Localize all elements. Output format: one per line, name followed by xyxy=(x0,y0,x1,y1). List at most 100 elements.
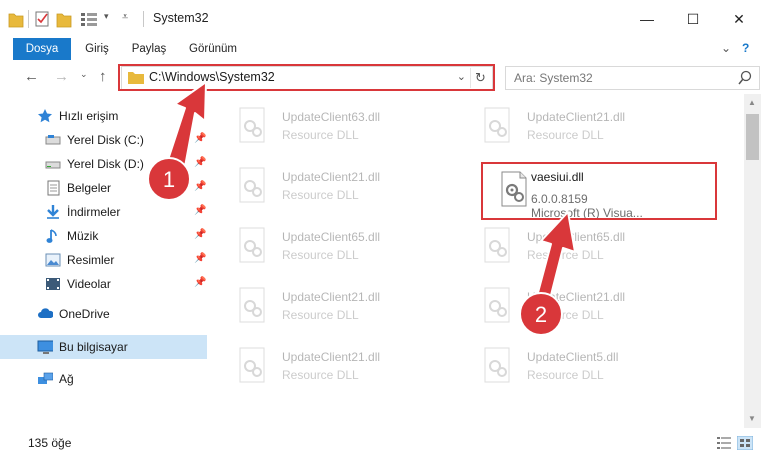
file-description: Resource DLL xyxy=(282,368,359,382)
file-name: UpdateClient21.dll xyxy=(282,170,381,184)
sidebar-item-downloads[interactable]: İndirmeler 📌 xyxy=(0,200,207,224)
sidebar-item-label: Belgeler xyxy=(67,181,112,195)
computer-icon xyxy=(37,340,53,354)
list-item[interactable]: UpdateClient65.dll Resource DLL xyxy=(210,220,440,276)
recent-locations-icon[interactable]: ⌄ xyxy=(80,69,88,80)
list-item[interactable]: UpdateClient5.dll Resource DLL xyxy=(455,340,685,396)
list-item[interactable]: UpdateClient21.dll Resource DLL xyxy=(210,340,440,396)
sidebar-item-label: Yerel Disk (C:) xyxy=(67,133,144,147)
drive-icon xyxy=(45,135,61,145)
pin-icon[interactable]: 📌 xyxy=(194,133,206,144)
maximize-button[interactable]: ☐ xyxy=(670,0,716,38)
list-item[interactable]: UpdateClient65.dll Resource DLL xyxy=(455,220,685,276)
sidebar-item-network[interactable]: Ağ xyxy=(0,367,207,391)
file-description: Resource DLL xyxy=(282,128,359,142)
sidebar-item-pictures[interactable]: Resimler 📌 xyxy=(0,248,207,272)
scroll-up-icon[interactable]: ▲ xyxy=(748,98,756,107)
expand-ribbon-icon[interactable]: ⌄ xyxy=(721,41,731,55)
music-icon xyxy=(46,229,57,243)
scroll-down-icon[interactable]: ▼ xyxy=(748,414,756,423)
list-item[interactable]: UpdateClient63.dll Resource DLL xyxy=(210,100,440,156)
dll-file-icon xyxy=(484,107,510,143)
sidebar-item-label: Müzik xyxy=(67,229,99,243)
close-button[interactable]: ✕ xyxy=(716,0,762,38)
properties-icon[interactable] xyxy=(34,10,50,28)
videos-icon xyxy=(46,278,60,290)
file-description: Resource DLL xyxy=(282,188,359,202)
help-icon[interactable]: ? xyxy=(742,41,749,55)
dll-file-icon xyxy=(239,287,265,323)
file-name: UpdateClient65.dll xyxy=(527,230,626,244)
new-folder-icon[interactable] xyxy=(56,10,72,28)
dll-file-icon xyxy=(239,227,265,263)
sidebar-item-music[interactable]: Müzik 📌 xyxy=(0,224,207,248)
file-name: UpdateClient21.dll xyxy=(282,350,381,364)
sidebar-item-quick-access[interactable]: Hızlı erişim xyxy=(0,104,207,128)
tab-view[interactable]: Görünüm xyxy=(180,38,246,60)
pin-icon[interactable]: 📌 xyxy=(194,157,206,168)
quick-access-dropdown-icon[interactable]: ▾ xyxy=(104,11,109,29)
list-item[interactable]: UpdateClient21.dll Resource DLL xyxy=(210,280,440,336)
file-highlight-box xyxy=(481,162,717,220)
tab-share[interactable]: Paylaş xyxy=(124,38,174,60)
dll-file-icon xyxy=(484,347,510,383)
title-bar: ▾ ⩡ System32 — ☐ ✕ xyxy=(0,0,769,38)
sidebar-item-label: Videolar xyxy=(67,277,111,291)
file-list: UpdateClient63.dll Resource DLL UpdateCl… xyxy=(210,94,744,428)
sidebar-item-label: Yerel Disk (D:) xyxy=(67,157,144,171)
sidebar-item-onedrive[interactable]: OneDrive xyxy=(0,302,207,326)
up-button[interactable]: ↑ xyxy=(99,68,107,85)
address-highlight-box xyxy=(118,64,495,91)
status-bar: 135 öğe xyxy=(0,428,769,472)
file-description: Resource DLL xyxy=(282,248,359,262)
sidebar-item-local-disk-c[interactable]: Yerel Disk (C:) 📌 xyxy=(0,128,207,152)
pin-icon[interactable]: 📌 xyxy=(194,277,206,288)
sidebar-item-local-disk-d[interactable]: Yerel Disk (D:) 📌 xyxy=(0,152,207,176)
sidebar-item-documents[interactable]: Belgeler 📌 xyxy=(0,176,207,200)
file-name: UpdateClient21.dll xyxy=(527,110,626,124)
sidebar-item-label: OneDrive xyxy=(59,307,110,321)
list-item[interactable]: UpdateClient21.dll Resource DLL xyxy=(210,160,440,216)
pin-icon[interactable]: 📌 xyxy=(194,181,206,192)
dll-file-icon xyxy=(239,107,265,143)
sidebar-item-label: Bu bilgisayar xyxy=(59,340,128,354)
file-description: Resource DLL xyxy=(527,308,604,322)
back-button[interactable]: ← xyxy=(24,68,39,85)
dll-file-icon xyxy=(484,227,510,263)
file-name: UpdateClient21.dll xyxy=(527,290,626,304)
window-title: System32 xyxy=(153,11,209,25)
file-description: Resource DLL xyxy=(282,308,359,322)
file-name: UpdateClient65.dll xyxy=(282,230,381,244)
view-options-icon[interactable] xyxy=(80,10,100,28)
large-icons-view-icon[interactable] xyxy=(737,436,753,450)
scrollbar-thumb[interactable] xyxy=(746,114,759,160)
item-count: 135 öğe xyxy=(28,436,72,450)
tab-home[interactable]: Giriş xyxy=(76,38,118,60)
pin-icon[interactable]: 📌 xyxy=(194,229,206,240)
pin-icon[interactable]: 📌 xyxy=(194,205,206,216)
sidebar-item-label: Hızlı erişim xyxy=(59,109,119,123)
customize-toolbar-icon[interactable]: ⩡ xyxy=(122,11,128,29)
details-view-icon[interactable] xyxy=(716,436,732,450)
list-item[interactable]: UpdateClient21.dll Resource DLL xyxy=(455,280,685,336)
file-name: UpdateClient5.dll xyxy=(527,350,619,364)
sidebar-item-videos[interactable]: Videolar 📌 xyxy=(0,272,207,296)
vertical-scrollbar[interactable]: ▲ ▼ xyxy=(744,94,761,428)
forward-button[interactable]: → xyxy=(54,68,69,85)
list-item[interactable]: UpdateClient21.dll Resource DLL xyxy=(455,100,685,156)
search-icon[interactable] xyxy=(737,70,753,86)
navigation-pane: Hızlı erişim Yerel Disk (C:) 📌 Yerel Dis… xyxy=(0,94,210,428)
star-icon xyxy=(38,109,52,123)
sidebar-item-label: Ağ xyxy=(59,372,74,386)
search-input[interactable]: Ara: System32 xyxy=(505,66,760,90)
search-placeholder: Ara: System32 xyxy=(514,71,593,85)
minimize-button[interactable]: — xyxy=(624,0,670,38)
quick-access-separator xyxy=(28,10,29,28)
dll-file-icon xyxy=(239,167,265,203)
pictures-icon xyxy=(45,253,61,267)
pin-icon[interactable]: 📌 xyxy=(194,253,206,264)
sidebar-item-this-pc[interactable]: Bu bilgisayar xyxy=(0,335,207,359)
sidebar-item-label: İndirmeler xyxy=(67,205,121,219)
network-icon xyxy=(38,372,53,384)
file-description: Resource DLL xyxy=(527,248,604,262)
